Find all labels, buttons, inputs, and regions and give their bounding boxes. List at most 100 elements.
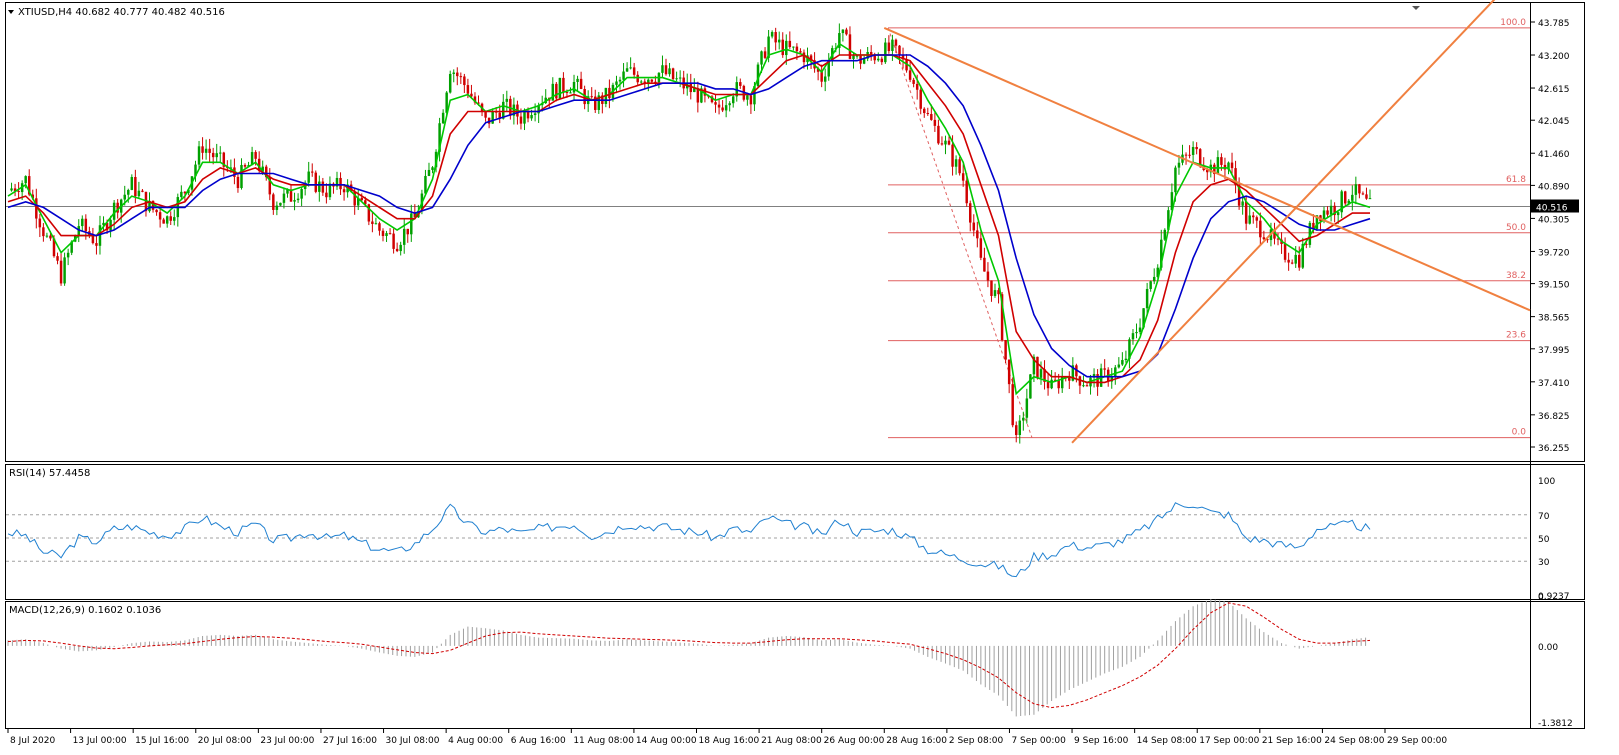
candle-body xyxy=(1287,259,1290,263)
fib-level-label: 38.2 xyxy=(1506,271,1526,281)
candle-body xyxy=(894,39,898,46)
candle-body xyxy=(590,96,593,98)
candle-body xyxy=(1216,157,1220,175)
candle-body xyxy=(622,71,625,80)
candle-body xyxy=(636,74,639,83)
candle-body xyxy=(314,172,318,192)
time-tick-label: 9 Sep 16:00 xyxy=(1074,736,1129,746)
symbol-header[interactable]: XTIUSD,H4 40.682 40.777 40.482 40.516 xyxy=(8,7,225,18)
candle-body xyxy=(91,235,95,244)
candle-body xyxy=(1244,201,1248,224)
price-tick-label: 40.890 xyxy=(1538,182,1570,192)
candle-body xyxy=(1145,288,1149,309)
macd-tick-label: 0.00 xyxy=(1538,643,1558,653)
candle-body xyxy=(523,111,526,124)
price-tick-label: 40.305 xyxy=(1538,215,1570,225)
candle-body xyxy=(891,39,894,51)
candle-body xyxy=(615,81,618,85)
candle-body xyxy=(1255,217,1259,221)
time-tick-label: 23 Jul 00:00 xyxy=(260,736,314,746)
candle-body xyxy=(1230,162,1234,169)
candle-body xyxy=(169,216,172,221)
candle-body xyxy=(792,46,795,48)
candle-body xyxy=(84,218,88,232)
candle-body xyxy=(774,32,777,43)
time-tick-label: 17 Sep 00:00 xyxy=(1199,736,1259,746)
candle-body xyxy=(576,78,579,82)
candle-body xyxy=(983,257,986,272)
candle-body xyxy=(827,61,830,77)
candle-body xyxy=(1326,210,1329,215)
candle-body xyxy=(378,223,381,231)
candle-body xyxy=(763,51,767,58)
price-tick-label: 39.150 xyxy=(1538,281,1570,291)
candle-body xyxy=(1131,333,1135,340)
candle-body xyxy=(558,77,562,99)
candle-body xyxy=(678,77,682,79)
time-tick-label: 24 Sep 08:00 xyxy=(1324,736,1384,746)
candle-body xyxy=(671,68,675,80)
candle-body xyxy=(717,104,721,108)
candle-body xyxy=(406,228,409,235)
candle-body xyxy=(731,96,735,104)
candle-body xyxy=(307,171,310,183)
candle-body xyxy=(972,222,976,231)
time-tick-label: 14 Aug 00:00 xyxy=(636,736,697,746)
candle-body xyxy=(448,73,452,93)
candle-body xyxy=(45,235,49,237)
rsi-label: RSI(14) 57.4458 xyxy=(9,468,90,479)
time-tick-label: 8 Jul 2020 xyxy=(10,736,55,746)
candle-body xyxy=(491,111,494,124)
candle-body xyxy=(880,58,884,63)
candle-body xyxy=(293,200,296,202)
candle-body xyxy=(215,153,218,158)
price-tick-label: 37.410 xyxy=(1538,379,1570,389)
candle-body xyxy=(788,40,792,48)
candle-body xyxy=(275,205,279,210)
candle-body xyxy=(1039,369,1043,378)
candle-body xyxy=(1329,205,1333,215)
candle-body xyxy=(1004,340,1007,360)
candle-body xyxy=(219,152,222,154)
candle-body xyxy=(134,177,137,197)
candle-body xyxy=(933,119,937,126)
candle-body xyxy=(958,159,961,174)
candle-body xyxy=(1188,154,1191,156)
candle-body xyxy=(318,181,321,192)
candle-body xyxy=(785,40,788,56)
trading-chart[interactable]: XTIUSD,H4 40.682 40.777 40.482 40.516 RS… xyxy=(0,0,1619,751)
candle-body xyxy=(1259,220,1262,238)
fib-level-label: 0.0 xyxy=(1512,428,1527,438)
candle-body xyxy=(852,55,855,59)
candle-body xyxy=(664,65,668,75)
candle-body xyxy=(632,67,636,75)
candle-body xyxy=(841,29,845,34)
chart-canvas[interactable]: XTIUSD,H4 40.682 40.777 40.482 40.516 RS… xyxy=(0,0,1619,751)
candle-body xyxy=(484,111,487,118)
candle-body xyxy=(385,233,388,237)
time-tick-label: 13 Jul 00:00 xyxy=(73,736,127,746)
candle-body xyxy=(66,252,70,258)
candle-body xyxy=(1184,154,1188,156)
candle-body xyxy=(1082,385,1085,387)
candle-body xyxy=(961,173,965,181)
time-tick-label: 18 Aug 16:00 xyxy=(699,736,760,746)
macd-tick-label: 0.9237 xyxy=(1538,592,1570,602)
price-tick-label: 36.825 xyxy=(1538,412,1570,422)
candle-body xyxy=(392,233,395,249)
price-tick-label: 38.565 xyxy=(1538,314,1570,324)
candle-body xyxy=(211,152,215,158)
candle-body xyxy=(1298,254,1301,268)
macd-tick-label: -1.3812 xyxy=(1538,719,1573,729)
candle-body xyxy=(986,271,990,281)
candle-body xyxy=(820,71,823,82)
candle-body xyxy=(424,175,427,194)
candle-body xyxy=(165,216,169,224)
candle-body xyxy=(410,213,413,235)
candle-body xyxy=(728,103,731,106)
candle-body xyxy=(24,176,27,184)
candle-body xyxy=(884,42,887,63)
candle-body xyxy=(530,115,533,119)
rsi-tick-label: 30 xyxy=(1538,558,1550,568)
candle-body xyxy=(374,223,378,225)
